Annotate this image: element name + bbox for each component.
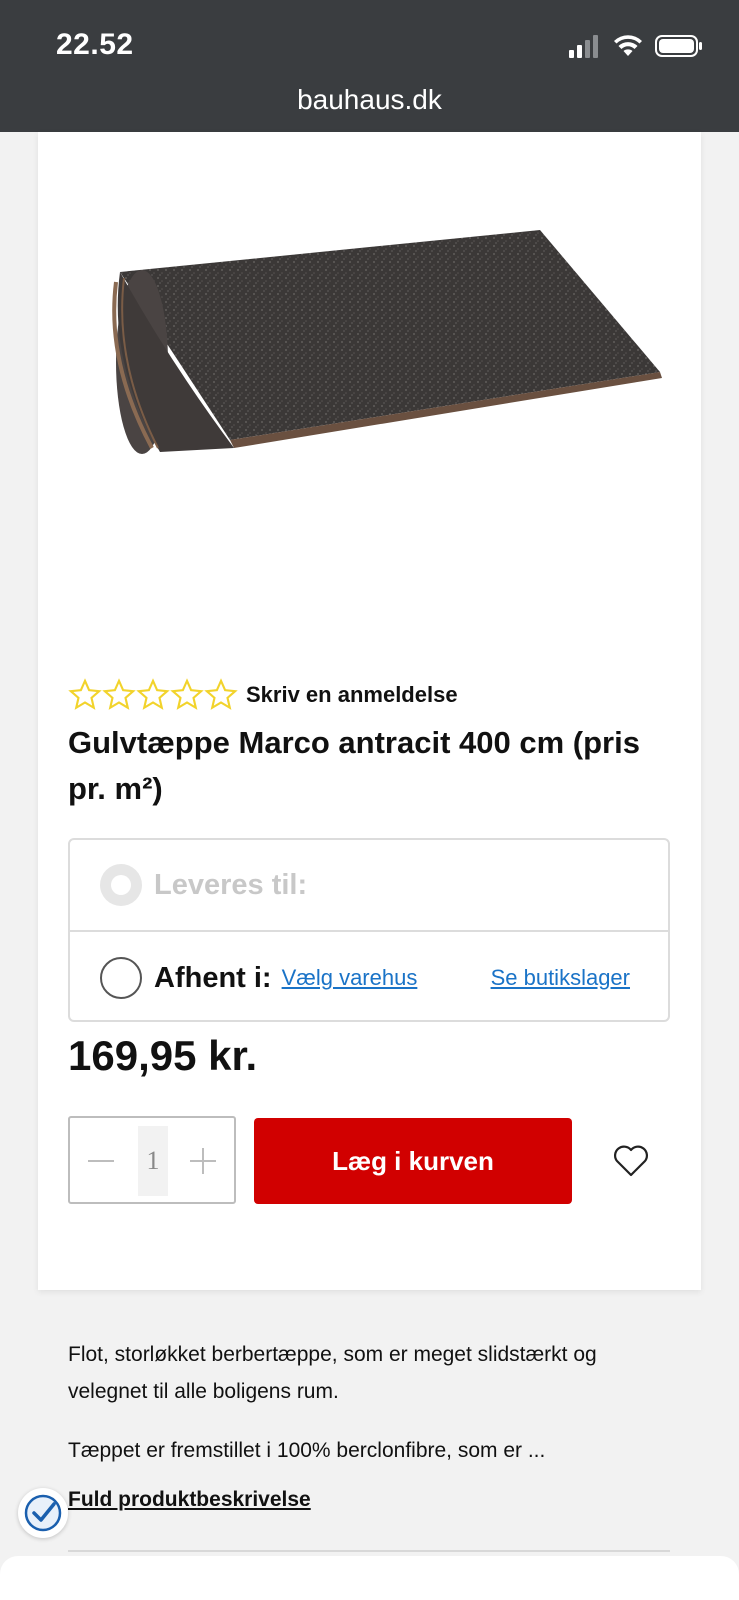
rating-stars[interactable] xyxy=(68,678,238,712)
minus-icon[interactable] xyxy=(86,1148,116,1174)
ship-label: Leveres til: xyxy=(154,868,308,901)
product-title: Gulvtæppe Marco antracit 400 cm (pris pr… xyxy=(68,725,640,806)
product-image[interactable] xyxy=(100,212,680,472)
battery-icon xyxy=(655,35,702,57)
delivery-option-pickup[interactable]: Afhent i: Vælg varehus Se butikslager xyxy=(70,932,668,1024)
pickup-radio[interactable] xyxy=(100,957,142,999)
status-time: 22.52 xyxy=(56,28,134,61)
ship-radio xyxy=(100,864,142,906)
rating-row: Skriv en anmeldelse xyxy=(68,678,458,712)
heart-icon[interactable] xyxy=(612,1144,650,1178)
delivery-options: Leveres til: Afhent i: Vælg varehus Se b… xyxy=(68,838,670,1022)
checkmark-shield-icon xyxy=(24,1494,62,1532)
star-icon xyxy=(170,678,204,710)
divider xyxy=(68,1550,670,1552)
status-icons xyxy=(567,34,703,58)
product-card: Skriv en anmeldelse Gulvtæppe Marco antr… xyxy=(38,132,701,1290)
choose-store-link[interactable]: Vælg varehus xyxy=(282,965,418,991)
product-price: 169,95 kr. xyxy=(68,1032,258,1079)
delivery-option-ship: Leveres til: xyxy=(70,840,668,932)
star-icon xyxy=(136,678,170,710)
wifi-icon xyxy=(614,35,642,56)
star-icon xyxy=(204,678,238,710)
bottom-sheet xyxy=(0,1556,739,1600)
browser-url[interactable]: bauhaus.dk xyxy=(0,84,739,116)
star-icon xyxy=(68,678,102,710)
add-to-cart-button[interactable]: Læg i kurven xyxy=(254,1118,572,1204)
plus-icon[interactable] xyxy=(188,1146,218,1176)
trust-badge[interactable] xyxy=(18,1488,68,1538)
full-description-link[interactable]: Fuld produktbeskrivelse xyxy=(68,1488,311,1512)
description-text: Flot, storløkket berbertæppe, som er meg… xyxy=(68,1343,597,1403)
quantity-input[interactable]: 1 xyxy=(138,1126,168,1196)
star-icon xyxy=(102,678,136,710)
status-bar: 22.52 bauhaus.dk xyxy=(0,0,739,132)
quantity-stepper: 1 xyxy=(68,1116,236,1204)
pickup-label: Afhent i: xyxy=(154,961,272,994)
description-text-2: Tæppet er fremstillet i 100% berclonfibr… xyxy=(68,1439,546,1462)
signal-icon xyxy=(569,35,598,58)
write-review-link[interactable]: Skriv en anmeldelse xyxy=(246,682,458,708)
store-stock-link[interactable]: Se butikslager xyxy=(491,965,630,991)
